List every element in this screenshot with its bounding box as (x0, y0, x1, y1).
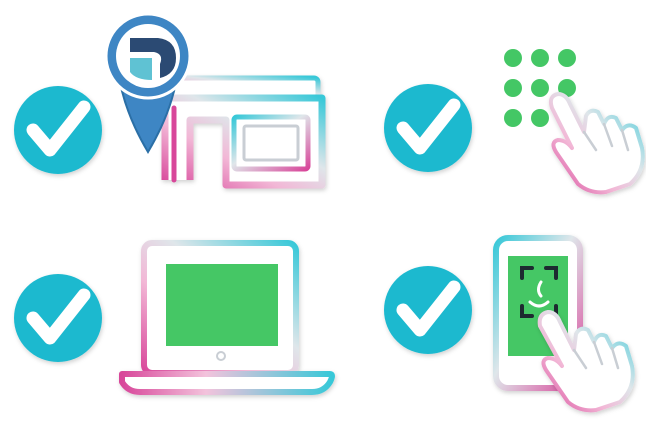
check-badge-icon (384, 266, 472, 354)
feature-icon-grid (0, 0, 646, 421)
keypad-touch-icon (504, 49, 645, 195)
pointing-hand-icon (537, 310, 635, 413)
smartphone-face-scan-icon (493, 235, 635, 413)
pointing-hand-icon (548, 92, 645, 195)
storefront-location-icon (161, 75, 326, 189)
check-badge-icon (384, 84, 472, 172)
check-badge-icon (14, 274, 102, 362)
laptop-screen-icon (119, 240, 335, 395)
illustration (14, 12, 645, 413)
check-badge-icon (14, 86, 102, 174)
